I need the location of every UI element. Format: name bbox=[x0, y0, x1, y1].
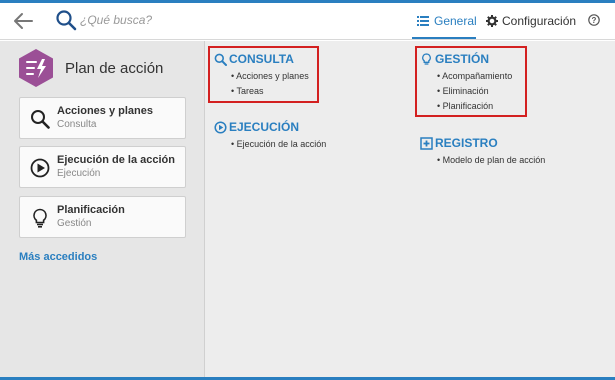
card-title: Planificación bbox=[57, 204, 125, 216]
section-link-acompanamiento[interactable]: • Acompañamiento bbox=[420, 69, 530, 84]
link-label: Modelo de plan de acción bbox=[442, 155, 546, 165]
section-link-eliminacion[interactable]: • Eliminación bbox=[420, 84, 530, 99]
section-link-modelo-de-plan-de-accion[interactable]: • Modelo de plan de acción bbox=[420, 153, 590, 168]
lightbulb-icon bbox=[33, 208, 47, 228]
card-subtitle: Gestión bbox=[57, 218, 92, 229]
section-link-acciones-y-planes[interactable]: • Acciones y planes bbox=[214, 69, 324, 84]
link-label: Acciones y planes bbox=[236, 71, 309, 81]
card-title: Acciones y planes bbox=[57, 105, 153, 117]
section-gestion: GESTIÓN • Acompañamiento • Eliminación •… bbox=[420, 52, 530, 114]
list-icon bbox=[417, 16, 429, 26]
header-bar: General Configuración ? bbox=[0, 3, 615, 40]
link-label: Ejecución de la acción bbox=[236, 139, 327, 149]
play-circle-icon bbox=[30, 158, 50, 178]
tab-configuracion[interactable]: Configuración bbox=[484, 3, 576, 39]
search-icon bbox=[214, 53, 227, 66]
card-planificacion[interactable]: Planificación Gestión bbox=[19, 196, 186, 238]
link-label: Acompañamiento bbox=[442, 71, 513, 81]
link-label: Planificación bbox=[442, 101, 494, 111]
plus-square-icon bbox=[420, 137, 433, 150]
section-title[interactable]: CONSULTA bbox=[229, 52, 294, 66]
most-accessed-link[interactable]: Más accedidos bbox=[19, 251, 97, 263]
action-plan-app-icon bbox=[19, 49, 53, 87]
play-circle-icon bbox=[214, 121, 227, 134]
tab-general-label: General bbox=[434, 14, 477, 28]
card-subtitle: Ejecución bbox=[57, 168, 101, 179]
link-label: Tareas bbox=[236, 86, 264, 96]
card-acciones-y-planes[interactable]: Acciones y planes Consulta bbox=[19, 97, 186, 139]
gear-icon bbox=[486, 15, 498, 27]
search-input[interactable] bbox=[80, 11, 280, 29]
lightbulb-icon bbox=[422, 53, 431, 65]
search-icon[interactable] bbox=[55, 9, 77, 31]
section-link-ejecucion-de-la-accion[interactable]: • Ejecución de la acción bbox=[214, 137, 374, 152]
help-icon[interactable]: ? bbox=[588, 14, 600, 26]
section-title[interactable]: REGISTRO bbox=[435, 136, 498, 150]
card-ejecucion-de-la-accion[interactable]: Ejecución de la acción Ejecución bbox=[19, 146, 186, 188]
tab-configuracion-label: Configuración bbox=[502, 14, 577, 28]
card-title: Ejecución de la acción bbox=[57, 154, 175, 166]
svg-text:?: ? bbox=[592, 16, 597, 25]
section-link-planificacion[interactable]: • Planificación bbox=[420, 99, 530, 114]
section-consulta: CONSULTA • Acciones y planes • Tareas bbox=[214, 52, 324, 99]
search-icon bbox=[31, 110, 50, 129]
card-subtitle: Consulta bbox=[57, 119, 97, 130]
tab-general[interactable]: General bbox=[412, 3, 477, 39]
link-label: Eliminación bbox=[442, 86, 489, 96]
app-title: Plan de acción bbox=[65, 60, 164, 77]
section-registro: REGISTRO • Modelo de plan de acción bbox=[420, 136, 590, 168]
section-ejecucion: EJECUCIÓN • Ejecución de la acción bbox=[214, 120, 374, 152]
back-arrow-icon[interactable] bbox=[12, 11, 34, 31]
section-link-tareas[interactable]: • Tareas bbox=[214, 84, 324, 99]
section-title[interactable]: EJECUCIÓN bbox=[229, 120, 299, 134]
section-title[interactable]: GESTIÓN bbox=[435, 52, 489, 66]
